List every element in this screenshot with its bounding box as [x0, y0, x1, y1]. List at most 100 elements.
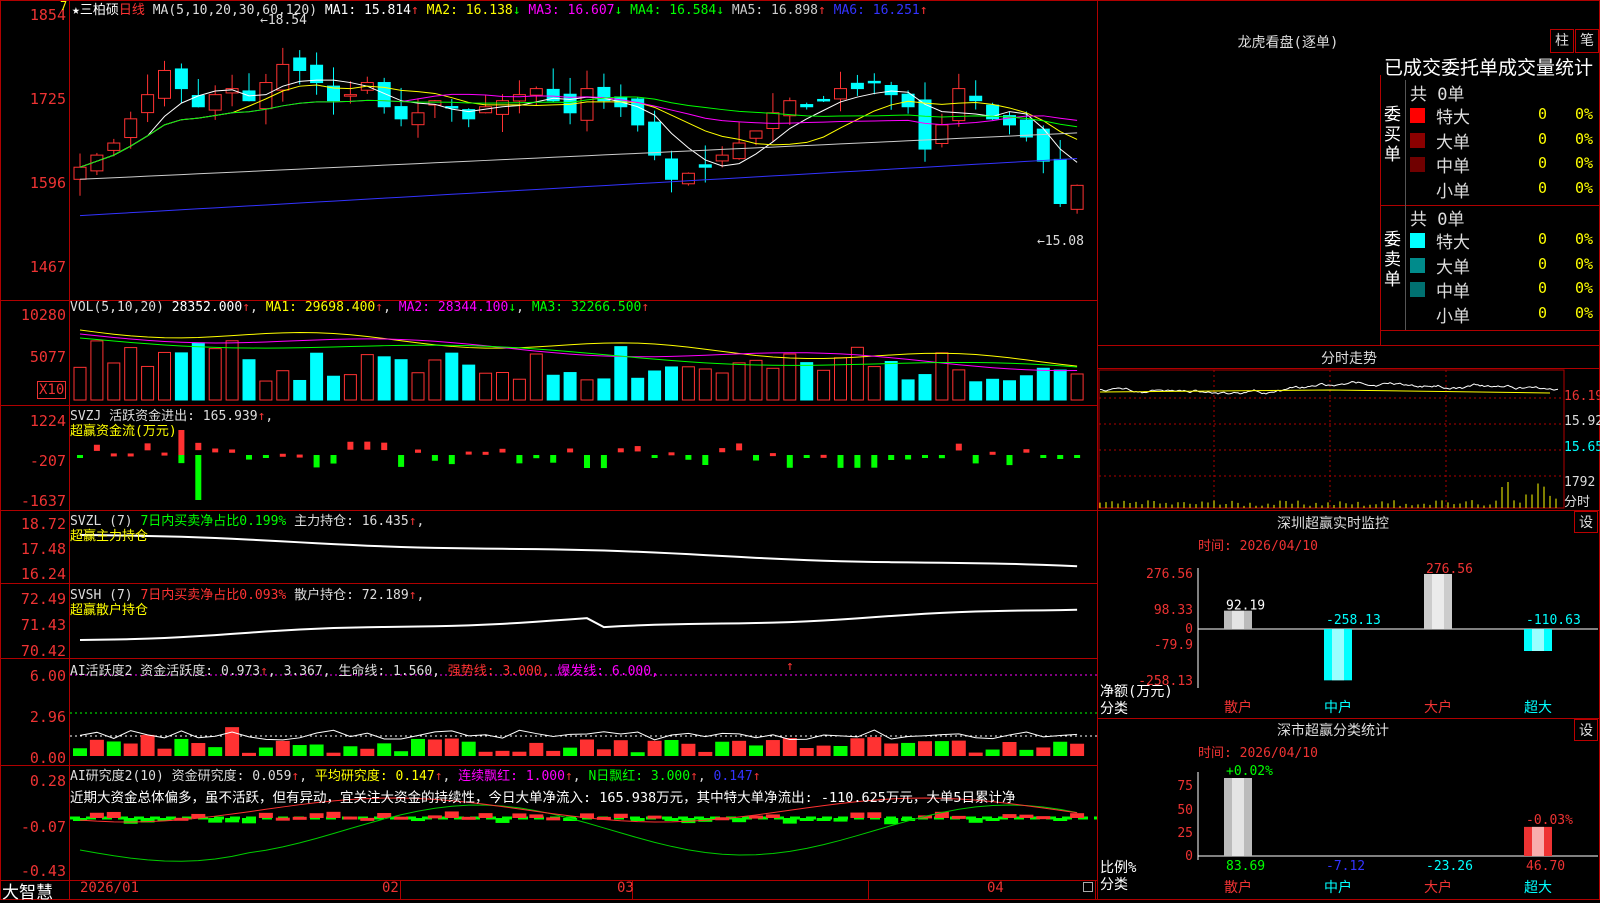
flow-bar [685, 455, 692, 460]
activity-bar [816, 745, 831, 756]
research-bar [292, 816, 307, 820]
activity-bar [411, 738, 425, 756]
flow-bar [110, 453, 117, 457]
stock-name[interactable]: 三柏硕 [80, 3, 119, 18]
candle-body [141, 94, 155, 114]
volume-bar [732, 362, 746, 401]
candle-body [783, 100, 797, 117]
category-x-label: 散户 [1224, 699, 1252, 716]
buy-swatch-2 [1410, 157, 1425, 172]
star-icon: ★ [72, 3, 80, 18]
volume-bar [783, 353, 797, 401]
flow-bar [398, 455, 405, 467]
volume-bar [462, 364, 476, 401]
volume-bar [1070, 373, 1084, 401]
svsh-axis-1: 72.49 [20, 590, 66, 608]
ai-research-header: AI研究度2(10) 资金研究度: 0.059↑, 平均研究度: 0.147↑,… [70, 769, 761, 784]
volume-bar [766, 367, 780, 401]
activity-bar [258, 747, 273, 756]
activity-bar [580, 739, 594, 756]
volume-bar [631, 377, 645, 401]
flow-bar [415, 449, 421, 453]
flow-bar [482, 451, 489, 455]
volume-bar [327, 375, 340, 401]
sell-row-label: 特大 [1436, 233, 1470, 253]
date-label-jan: 2026/01 [80, 880, 140, 896]
activity-bar [140, 734, 155, 756]
activity-bar [749, 745, 763, 756]
svsh-axis-3: 70.42 [20, 642, 66, 660]
fenshi-axis-1: 16.19 [1564, 389, 1600, 404]
candle-body [107, 142, 121, 151]
sz-class-xlabel: 分类 [1100, 877, 1128, 893]
research-bar [309, 813, 324, 818]
vol-unit-button[interactable]: X10 [37, 381, 67, 399]
research-bar [765, 814, 780, 818]
flow-bar [77, 455, 83, 458]
tick-view-button[interactable]: 笔 [1575, 29, 1599, 53]
candle-body [969, 95, 983, 102]
volume-bar [276, 370, 290, 401]
flow-bar [837, 455, 844, 468]
research-bar [242, 818, 256, 824]
candle-body [698, 164, 712, 168]
lhkp-title: 龙虎看盘(逐单) [1237, 35, 1339, 51]
svzj-sub: 超赢资金流(万元) [70, 424, 177, 439]
flow-bar [1057, 455, 1064, 459]
ma-header: ★三柏硕日线 MA(5,10,20,30,60,120) MA1: 15.814… [72, 0, 928, 18]
research-bar [1036, 816, 1051, 820]
sell-count: 共 0单 [1410, 210, 1465, 230]
volume-bar [191, 342, 205, 401]
candle-body [208, 94, 222, 111]
sell-row-pct: 0% [1575, 254, 1594, 273]
fenshi-axis-3: 15.65 [1564, 440, 1600, 455]
activity-bar [884, 743, 899, 756]
bar-view-button[interactable]: 柱 [1550, 29, 1574, 53]
candle-body [935, 124, 949, 145]
sell-row-value: 0 [1538, 254, 1548, 273]
flow-bar [651, 455, 658, 458]
research-bar [884, 818, 899, 825]
sz-monitor-date: 时间: 2026/04/10 [1198, 539, 1318, 554]
period-label[interactable]: 日线 [119, 3, 145, 18]
sell-side-label: 委卖单 [1384, 230, 1401, 290]
buy-swatch-1 [1410, 132, 1425, 148]
volume-bar [986, 378, 1000, 401]
flow-bar [178, 430, 185, 455]
category-x-label: 超大 [1524, 700, 1552, 716]
flow-bar [93, 444, 100, 451]
lhkp-tabs[interactable]: 已成交委托单成交量统计 [1384, 53, 1600, 80]
sz-monitor-settings-button[interactable]: 设 [1574, 511, 1598, 533]
sz-monitor-title: 深圳超赢实时监控 [1277, 516, 1389, 532]
volume-bar [580, 379, 594, 401]
category-bar-shine [1432, 574, 1444, 629]
activity-bar [309, 744, 324, 756]
fenshi-vol-label: 1792 [1564, 475, 1596, 490]
volume-bar [496, 372, 509, 401]
buy-row-value: 0 [1538, 154, 1548, 172]
category-bar-shine [1332, 629, 1344, 681]
flow-bar [279, 453, 286, 457]
research-bar [782, 818, 797, 824]
research-bar [275, 817, 290, 821]
sz-class-settings-button[interactable]: 设 [1574, 719, 1598, 741]
activity-bar [630, 752, 645, 756]
ai-research-axis-1: 0.28 [29, 772, 66, 790]
research-bar [106, 811, 121, 818]
buy-row-value: 0 [1538, 129, 1548, 148]
flow-bar [989, 451, 996, 455]
flow-bar [567, 448, 574, 453]
vol-axis-1: 10280 [20, 306, 66, 324]
svzj-axis-3: -1637 [20, 492, 66, 510]
candle-body [225, 88, 239, 94]
candle-body [867, 80, 881, 84]
activity-bar [681, 743, 696, 756]
research-bar [225, 818, 240, 823]
lock-icon[interactable] [1083, 882, 1093, 892]
candle-body [377, 82, 391, 108]
brand-logo: 大智慧 [2, 883, 53, 903]
ai-active-axis-3: 0.00 [29, 749, 66, 767]
ai-active-axis-1: 6.00 [29, 667, 66, 685]
volume-bar [90, 340, 104, 401]
volume-bar [411, 372, 425, 401]
